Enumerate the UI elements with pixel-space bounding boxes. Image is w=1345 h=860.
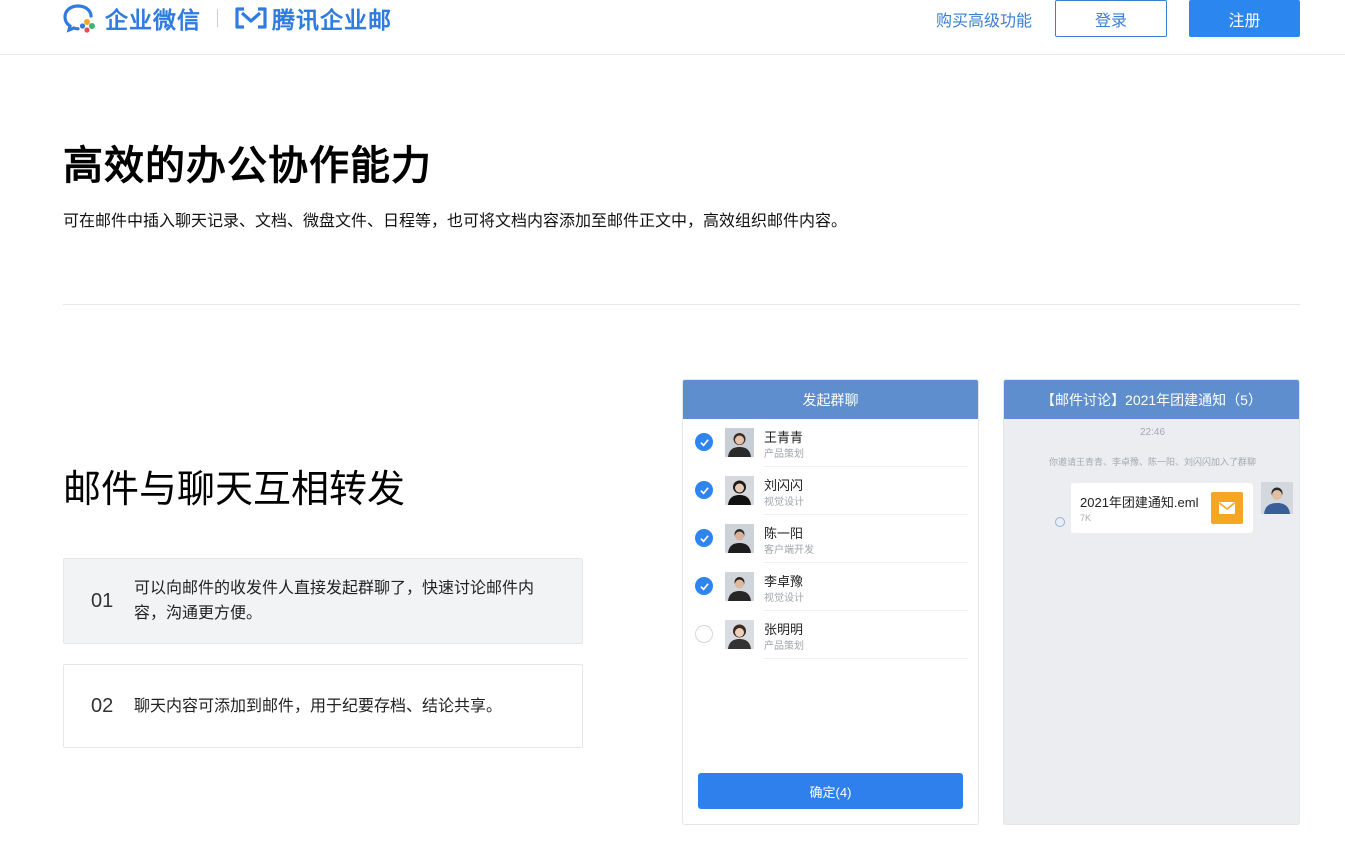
feature-item-02[interactable]: 02 聊天内容可添加到邮件，用于纪要存档、结论共享。	[63, 664, 583, 748]
contact-name: 王青青	[764, 430, 804, 445]
feature-title: 邮件与聊天互相转发	[63, 469, 406, 511]
chat-window-mock: 【邮件讨论】2021年团建通知（5） 22:46 你邀请王青青、李卓豫、陈一阳、…	[1003, 379, 1300, 825]
wework-logo-icon	[63, 4, 95, 33]
feature-item-number: 02	[91, 694, 114, 717]
wework-logo[interactable]: 企业微信	[63, 1, 201, 35]
checked-icon[interactable]	[695, 433, 713, 451]
avatar	[725, 428, 754, 457]
feature-item-number: 01	[91, 589, 114, 612]
avatar	[725, 620, 754, 649]
confirm-button[interactable]: 确定(4)	[698, 773, 963, 809]
contact-row[interactable]: 王青青 产品策划	[683, 419, 978, 467]
brand-logos[interactable]: 企业微信 腾讯企业邮	[63, 0, 392, 36]
chat-timestamp: 22:46	[1139, 427, 1166, 438]
contact-role: 产品策划	[764, 449, 804, 460]
exmail-brand-text: 腾讯企业邮	[272, 7, 392, 33]
contact-role: 视觉设计	[764, 497, 804, 508]
wework-brand-text: 企业微信	[105, 7, 201, 33]
contact-role: 客户端开发	[764, 545, 814, 556]
exmail-logo-icon	[235, 7, 267, 29]
contact-name: 李卓豫	[764, 574, 804, 589]
exmail-logo[interactable]: 腾讯企业邮	[234, 1, 392, 35]
section-divider	[63, 304, 1300, 305]
avatar	[725, 572, 754, 601]
contact-row[interactable]: 刘闪闪 视觉设计	[683, 467, 978, 515]
contact-name: 刘闪闪	[764, 478, 804, 493]
checked-icon[interactable]	[695, 481, 713, 499]
contact-name: 陈一阳	[764, 526, 804, 541]
checked-icon[interactable]	[695, 577, 713, 595]
contact-role: 视觉设计	[764, 593, 804, 604]
unchecked-icon[interactable]	[695, 625, 713, 643]
avatar	[1261, 482, 1293, 514]
avatar	[725, 524, 754, 553]
contact-row[interactable]: 李卓豫 视觉设计	[683, 563, 978, 611]
sending-status-icon	[1055, 517, 1065, 527]
page-description: 可在邮件中插入聊天记录、文档、微盘文件、日程等，也可将文档内容添加至邮件正文中，…	[63, 213, 848, 230]
mail-file-icon	[1211, 492, 1243, 524]
group-chat-mock: 发起群聊 王青青 产品策划 刘闪闪 视觉设计 陈一阳 客户端开发 李卓豫 视觉设…	[682, 379, 979, 825]
chat-window-title: 【邮件讨论】2021年团建通知（5）	[1004, 380, 1299, 419]
page-title: 高效的办公协作能力	[63, 144, 432, 188]
row-divider	[764, 658, 968, 659]
system-message: 你邀请王青青、李卓豫、陈一阳、刘闪闪加入了群聊	[1048, 457, 1256, 467]
signup-button[interactable]: 注册	[1189, 0, 1300, 37]
file-size: 7K	[1080, 513, 1092, 523]
feature-item-text: 聊天内容可添加到邮件，用于纪要存档、结论共享。	[134, 697, 503, 715]
email-file-message[interactable]: 2021年团建通知.eml 7K	[1071, 483, 1253, 533]
contact-name: 张明明	[764, 622, 804, 637]
buy-premium-link[interactable]: 购买高级功能	[936, 7, 1032, 31]
login-button[interactable]: 登录	[1055, 0, 1167, 37]
brand-divider	[217, 9, 218, 27]
group-chat-mock-title: 发起群聊	[683, 380, 978, 419]
contact-row[interactable]: 张明明 产品策划	[683, 611, 978, 659]
file-name: 2021年团建通知.eml	[1080, 495, 1199, 510]
contact-role: 产品策划	[764, 641, 804, 652]
checked-icon[interactable]	[695, 529, 713, 547]
contact-row[interactable]: 陈一阳 客户端开发	[683, 515, 978, 563]
avatar	[725, 476, 754, 505]
feature-item-01[interactable]: 01 可以向邮件的收发件人直接发起群聊了，快速讨论邮件内容，沟通更方便。	[63, 558, 583, 644]
feature-item-text: 可以向邮件的收发件人直接发起群聊了，快速讨论邮件内容，沟通更方便。	[134, 580, 535, 622]
top-header: 企业微信 腾讯企业邮 购买高级功能 登录 注册	[0, 0, 1345, 55]
